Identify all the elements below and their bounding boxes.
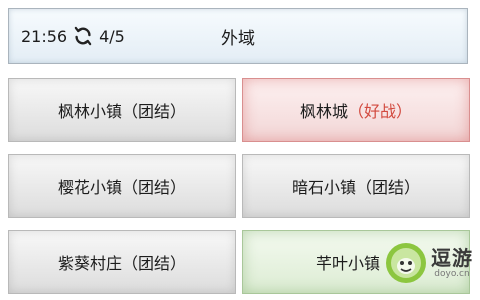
page-title: 外域 <box>221 28 255 49</box>
zone-status: （团结） <box>122 102 187 121</box>
zone-button-violet-village[interactable]: 紫葵村庄 （团结） <box>8 230 236 294</box>
zone-button-sakura-town[interactable]: 樱花小镇 （团结） <box>8 154 236 218</box>
zone-name: 芊叶小镇 <box>315 254 380 273</box>
status-header: 21:56 4/5 外域 <box>8 8 468 64</box>
zone-status: （团结） <box>122 254 187 273</box>
zone-name: 紫葵村庄 <box>57 254 122 273</box>
zone-name: 暗石小镇 <box>291 178 356 197</box>
zone-name: 枫林小镇 <box>57 102 122 121</box>
zone-name: 枫林城 <box>299 102 348 121</box>
watermark-text: 逗游 <box>431 245 473 270</box>
zone-name: 樱花小镇 <box>57 178 122 197</box>
watermark-text-block: 逗游 doyo.cn <box>431 248 473 279</box>
watermark: 逗游 doyo.cn <box>384 238 473 288</box>
zone-button-maple-city[interactable]: 枫林城 （好战） <box>242 78 470 142</box>
watermark-logo-icon <box>386 243 426 283</box>
zone-button-maple-town[interactable]: 枫林小镇 （团结） <box>8 78 236 142</box>
zone-status: （好战） <box>348 102 413 121</box>
watermark-subtext: doyo.cn <box>434 268 470 279</box>
zone-status: （团结） <box>356 178 421 197</box>
zone-status: （团结） <box>122 178 187 197</box>
zone-button-darkstone-town[interactable]: 暗石小镇 （团结） <box>242 154 470 218</box>
